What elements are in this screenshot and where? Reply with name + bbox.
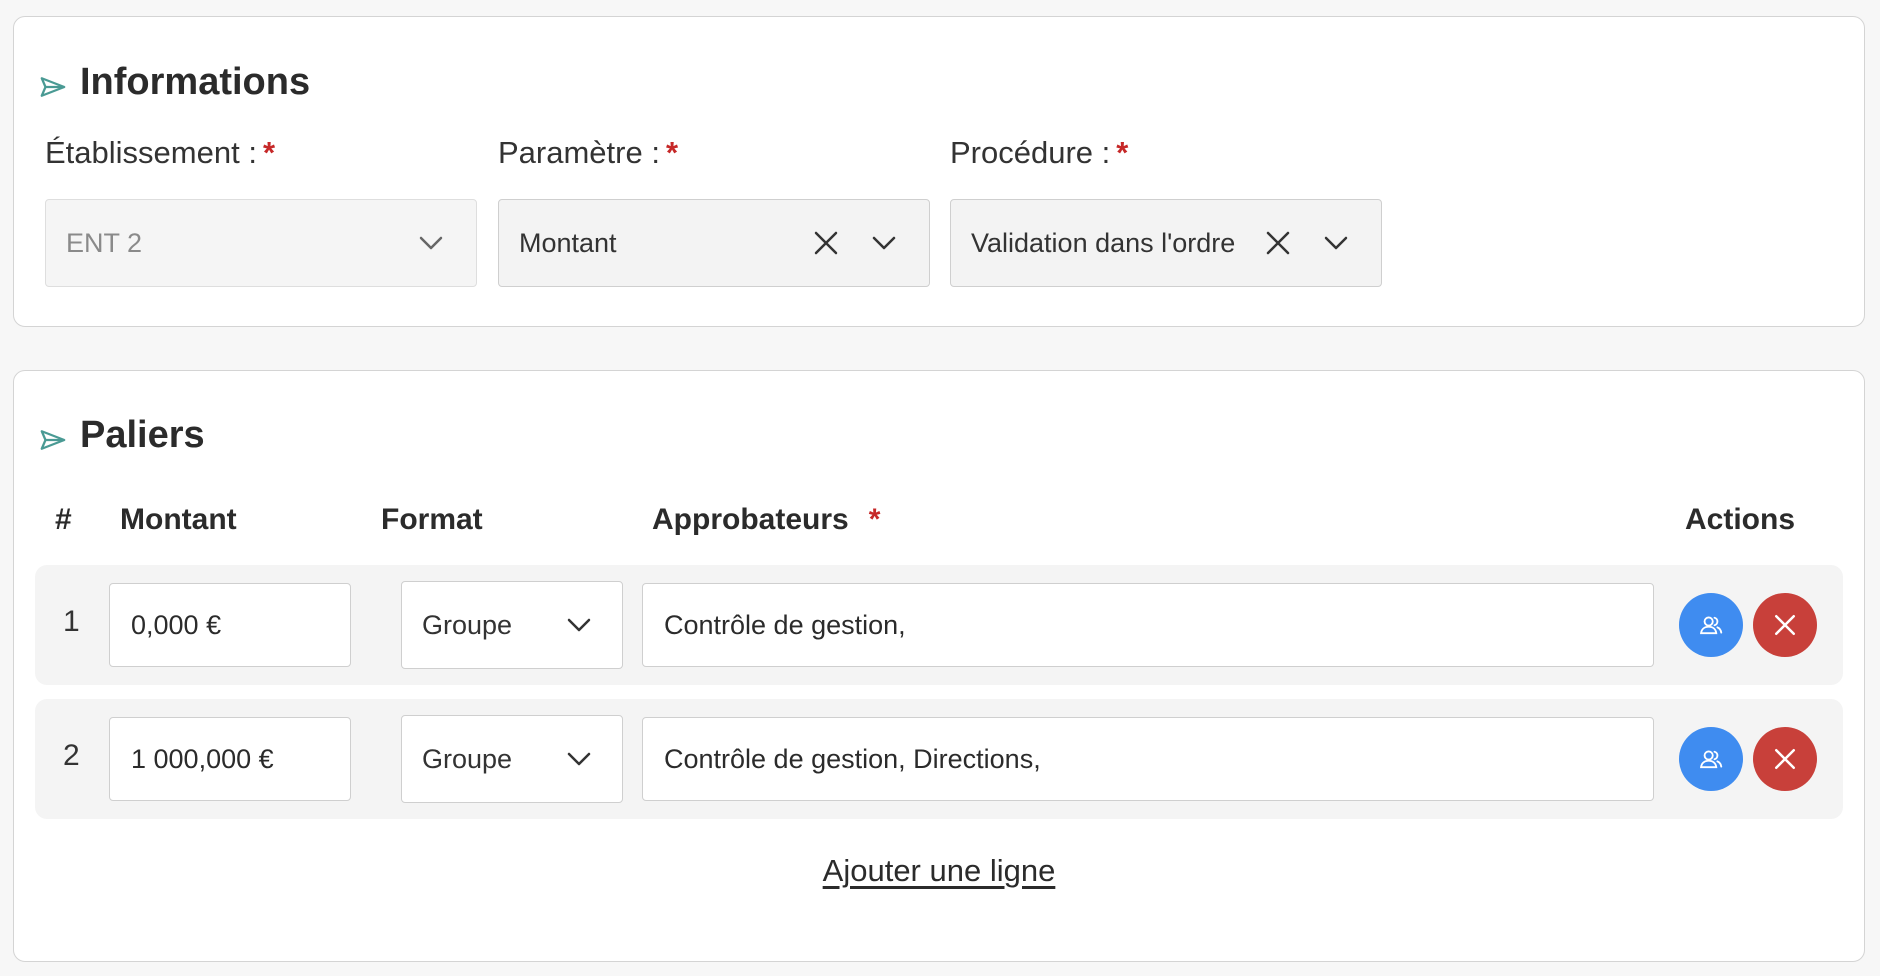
close-icon[interactable] <box>811 228 841 258</box>
column-header-actions: Actions <box>1685 503 1796 536</box>
chevron-down-icon[interactable] <box>564 610 594 640</box>
format-select[interactable]: Groupe <box>401 581 623 669</box>
procedure-select[interactable]: Validation dans l'ordre <box>950 199 1382 287</box>
required-marker: * <box>1116 135 1129 170</box>
approvers-input[interactable] <box>642 583 1654 667</box>
format-value: Groupe <box>422 743 513 774</box>
paliers-title-text: Paliers <box>80 414 205 456</box>
etablissement-label: Établissement : * <box>45 135 275 171</box>
send-icon <box>40 76 66 97</box>
informations-title-text: Informations <box>80 61 311 103</box>
column-header-format: Format <box>381 503 483 536</box>
procedure-value: Validation dans l'ordre <box>971 227 1236 258</box>
select-approvers-button[interactable] <box>1679 727 1743 791</box>
row-number: 2 <box>63 739 80 772</box>
informations-card: Informations Établissement : * Paramètre … <box>13 16 1865 327</box>
users-icon <box>1700 616 1723 635</box>
required-marker: * <box>665 135 679 170</box>
send-icon <box>40 429 66 450</box>
etablissement-select[interactable]: ENT 2 <box>45 199 477 287</box>
required-marker: * <box>262 135 276 170</box>
users-icon <box>1700 750 1723 769</box>
format-value: Groupe <box>422 609 513 640</box>
format-select[interactable]: Groupe <box>401 715 623 803</box>
column-header-amount: Montant <box>120 503 237 536</box>
close-icon <box>1775 749 1795 769</box>
chevron-down-icon[interactable] <box>564 744 594 774</box>
close-icon[interactable] <box>1263 228 1293 258</box>
parametre-select[interactable]: Montant <box>498 199 930 287</box>
amount-input[interactable] <box>109 717 351 801</box>
chevron-down-icon[interactable] <box>416 228 446 258</box>
approvers-input[interactable] <box>642 717 1654 801</box>
row-number: 1 <box>63 605 80 638</box>
column-header-number: # <box>55 503 72 536</box>
chevron-down-icon[interactable] <box>1321 228 1351 258</box>
required-marker: * <box>868 503 881 536</box>
parametre-value: Montant <box>519 227 617 258</box>
etablissement-label-text: Établissement : <box>45 135 257 170</box>
close-icon <box>1775 615 1795 635</box>
select-approvers-button[interactable] <box>1679 593 1743 657</box>
add-line-container: Ajouter une ligne <box>14 853 1864 889</box>
column-header-approvers: Approbateurs * <box>652 503 880 537</box>
informations-title: Informations <box>38 61 310 104</box>
table-row: 1 Groupe <box>35 565 1843 685</box>
procedure-label: Procédure : * <box>950 135 1128 171</box>
column-header-approvers-text: Approbateurs <box>652 503 849 536</box>
paliers-title: Paliers <box>38 414 205 457</box>
add-line-link[interactable]: Ajouter une ligne <box>823 853 1056 888</box>
table-row: 2 Groupe <box>35 699 1843 819</box>
parametre-label: Paramètre : * <box>498 135 678 171</box>
amount-input[interactable] <box>109 583 351 667</box>
parametre-label-text: Paramètre : <box>498 135 660 170</box>
chevron-down-icon[interactable] <box>869 228 899 258</box>
etablissement-value: ENT 2 <box>66 227 143 258</box>
procedure-label-text: Procédure : <box>950 135 1111 170</box>
paliers-card: Paliers # Montant Format Approbateurs * A… <box>13 370 1865 962</box>
delete-row-button[interactable] <box>1753 727 1817 791</box>
delete-row-button[interactable] <box>1753 593 1817 657</box>
